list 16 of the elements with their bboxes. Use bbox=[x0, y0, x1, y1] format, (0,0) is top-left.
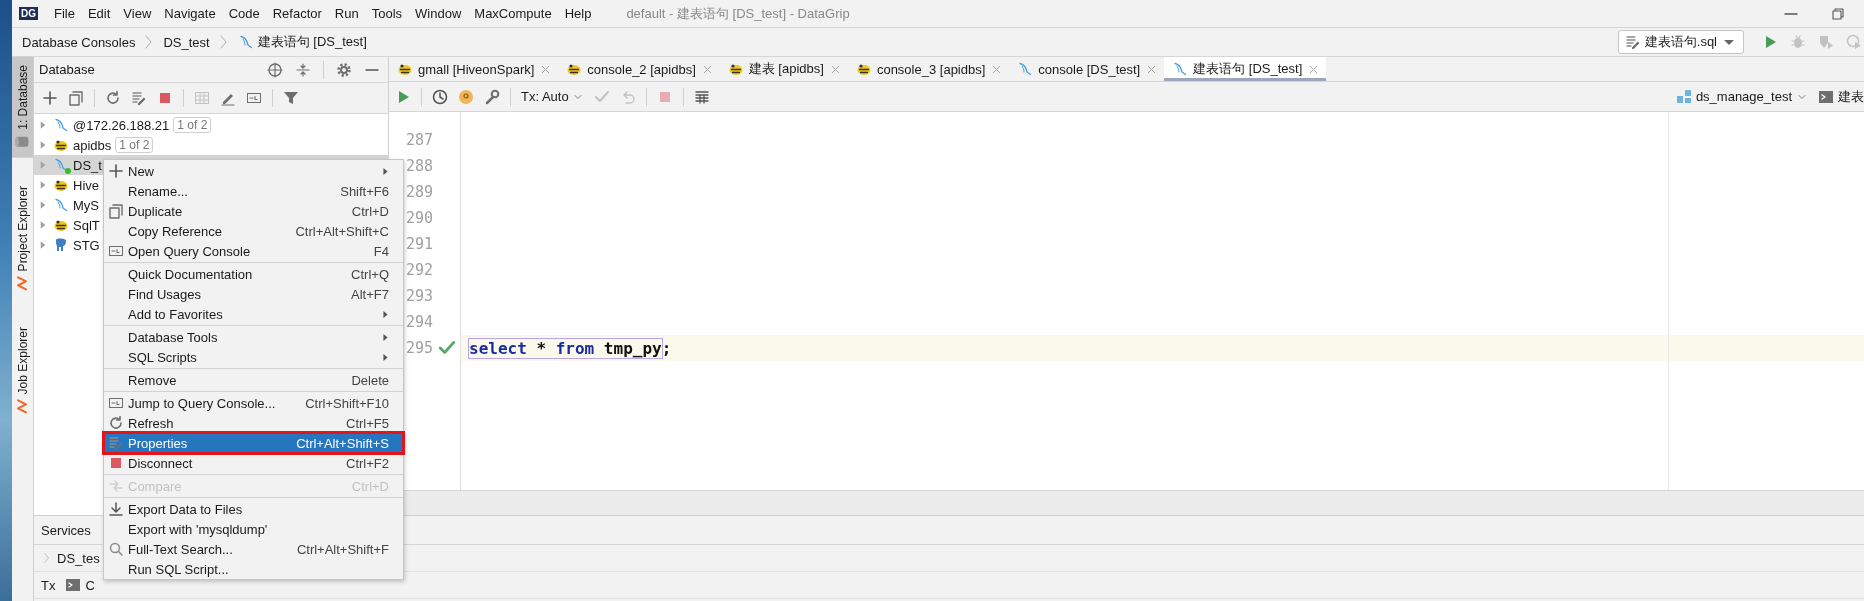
line-number: 291 bbox=[404, 235, 433, 253]
count-badge: 1 of 2 bbox=[173, 117, 212, 133]
line-number: 295 bbox=[404, 339, 433, 357]
panel-title: Services bbox=[41, 522, 91, 538]
line-number: 293 bbox=[404, 287, 433, 305]
line-number: 288 bbox=[404, 157, 433, 175]
code-line: select * from tmp_py; bbox=[469, 338, 672, 358]
app-logo: DG bbox=[19, 7, 38, 20]
line-number: 292 bbox=[404, 261, 433, 279]
line-number: 287 bbox=[404, 131, 433, 149]
line-number: 289 bbox=[404, 183, 433, 201]
panel-title: Database bbox=[39, 62, 96, 77]
window-title: default - 建表语句 [DS_test] - DataGrip bbox=[626, 4, 851, 23]
count-badge: 1 of 2 bbox=[115, 137, 154, 153]
line-number: 290 bbox=[404, 209, 433, 227]
line-number: 294 bbox=[404, 313, 433, 331]
